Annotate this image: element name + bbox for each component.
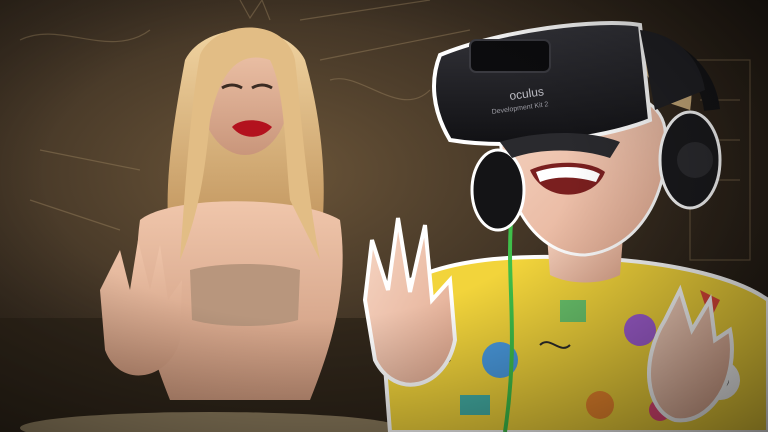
headset-sensor-window: [469, 39, 551, 73]
headphone-right-cap: [677, 142, 713, 178]
headphone-left-cup: [470, 148, 526, 232]
vr-reaction-thumbnail: oculus Development Kit 2: [0, 0, 768, 432]
thumbnail-illustration: oculus Development Kit 2: [0, 0, 768, 432]
woman-bodice: [190, 264, 300, 326]
